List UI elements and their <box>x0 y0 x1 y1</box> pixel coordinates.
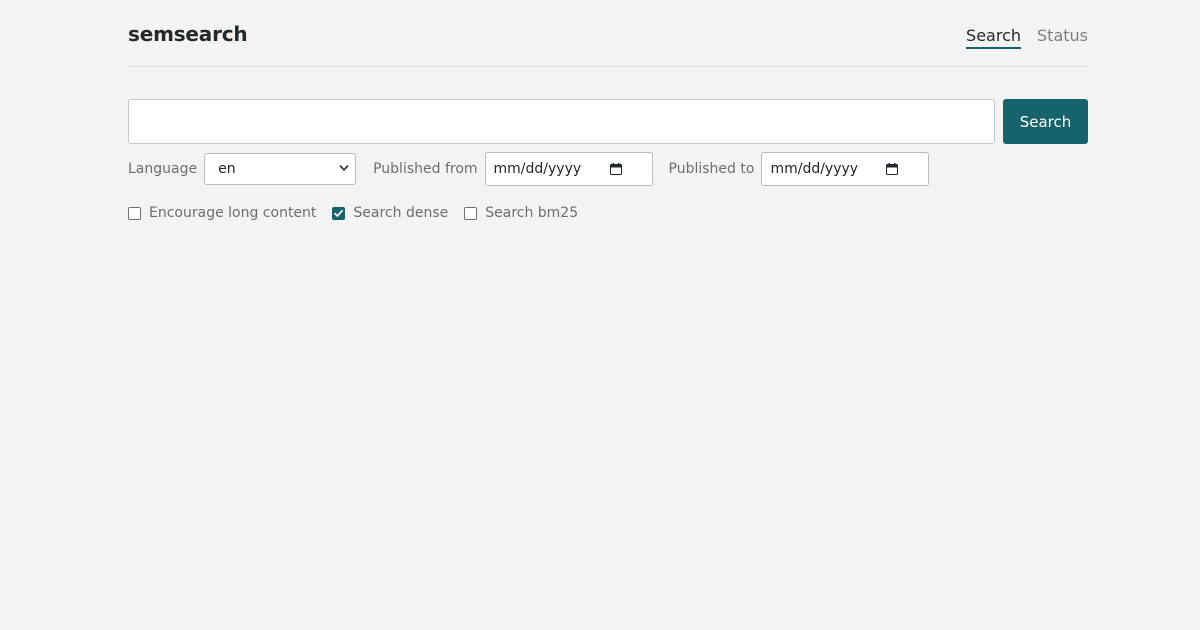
search-dense-label: Search dense <box>353 205 449 221</box>
option-search-dense[interactable]: Search dense <box>332 205 448 221</box>
language-select-value: en <box>218 161 236 177</box>
filters-row: Language en Published from mm/dd/yyyy Pu… <box>128 152 930 186</box>
chevron-down-icon <box>339 165 349 171</box>
nav-link-status[interactable]: Status <box>1037 26 1088 49</box>
published-to-date-input[interactable]: mm/dd/yyyy <box>761 152 930 186</box>
page: semsearch Search Status Search Language … <box>128 0 1088 221</box>
language-select[interactable]: en <box>204 153 357 185</box>
search-row: Search <box>128 99 1088 144</box>
encourage-long-content-checkbox[interactable] <box>128 206 141 220</box>
calendar-icon[interactable] <box>609 163 622 175</box>
brand-title: semsearch <box>128 22 248 46</box>
search-input[interactable] <box>128 99 995 144</box>
published-from-date-input[interactable]: mm/dd/yyyy <box>484 152 653 186</box>
published-to-label: Published to <box>668 161 755 177</box>
checkmark-icon <box>334 209 344 217</box>
search-dense-checkbox[interactable] <box>332 206 346 220</box>
header: semsearch Search Status <box>128 0 1088 67</box>
published-to-date-text: mm/dd/yyyy <box>770 161 859 177</box>
search-bm25-label: Search bm25 <box>485 205 579 221</box>
nav: Search Status <box>966 26 1088 49</box>
option-search-bm25[interactable]: Search bm25 <box>464 205 578 221</box>
published-from-label: Published from <box>373 161 478 177</box>
nav-link-search[interactable]: Search <box>966 26 1022 49</box>
published-from-date-text: mm/dd/yyyy <box>493 161 582 177</box>
search-button[interactable]: Search <box>1003 99 1088 144</box>
search-bm25-checkbox[interactable] <box>464 206 478 220</box>
option-encourage-long-content[interactable]: Encourage long content <box>128 205 316 221</box>
options-row: Encourage long content Search dense Sear… <box>128 204 594 222</box>
language-label: Language <box>128 161 198 177</box>
encourage-long-content-label: Encourage long content <box>149 205 317 221</box>
calendar-icon[interactable] <box>886 163 899 175</box>
